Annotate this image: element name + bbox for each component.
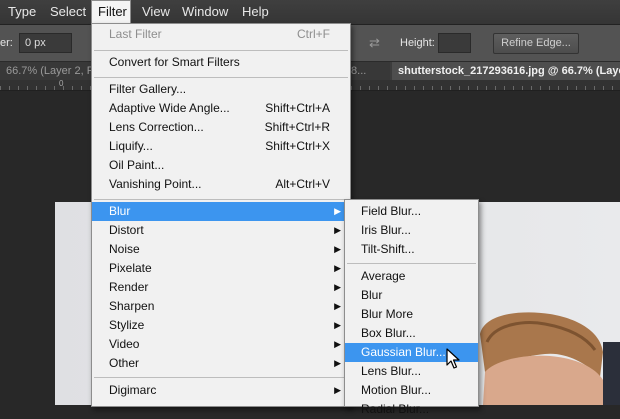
menu-item-motion-blur[interactable]: Motion Blur... xyxy=(345,381,478,400)
item-label: Distort xyxy=(109,223,144,237)
menu-item-box-blur[interactable]: Box Blur... xyxy=(345,324,478,343)
item-label: Stylize xyxy=(109,318,145,332)
submenu-arrow-icon: ▶ xyxy=(334,339,341,349)
submenu-arrow-icon: ▶ xyxy=(334,263,341,273)
menu-type[interactable]: Type xyxy=(3,0,41,24)
filter-menu: Last Filter Ctrl+F Convert for Smart Fil… xyxy=(91,23,351,407)
submenu-arrow-icon: ▶ xyxy=(334,282,341,292)
item-label: Oil Paint... xyxy=(109,158,165,172)
submenu-arrow-icon: ▶ xyxy=(334,320,341,330)
menu-item-tilt-shift[interactable]: Tilt-Shift... xyxy=(345,240,478,259)
blur-submenu: Field Blur... Iris Blur... Tilt-Shift...… xyxy=(344,199,479,416)
menu-item-average[interactable]: Average xyxy=(345,267,478,286)
menu-item-convert-smart[interactable]: Convert for Smart Filters xyxy=(92,53,350,72)
menu-item-pixelate[interactable]: Pixelate ▶ xyxy=(92,259,350,278)
menu-separator xyxy=(94,377,348,378)
menu-separator xyxy=(94,50,348,51)
last-filter-shortcut: Ctrl+F xyxy=(297,27,330,41)
menu-select[interactable]: Select xyxy=(45,0,91,24)
menu-item-radial-blur[interactable]: Radial Blur... xyxy=(345,400,478,419)
item-shortcut: Shift+Ctrl+X xyxy=(265,139,330,153)
submenu-arrow-icon: ▶ xyxy=(334,206,341,216)
menu-item-digimarc[interactable]: Digimarc ▶ xyxy=(92,381,350,400)
submenu-arrow-icon: ▶ xyxy=(334,385,341,395)
menu-item-blur[interactable]: Blur ▶ xyxy=(92,202,350,221)
item-label: Render xyxy=(109,280,149,294)
menu-item-oil-paint[interactable]: Oil Paint... xyxy=(92,156,350,175)
item-shortcut: Shift+Ctrl+R xyxy=(264,120,330,134)
mouse-pointer-icon xyxy=(446,348,460,369)
item-shortcut: Shift+Ctrl+A xyxy=(265,101,330,115)
menu-item-last-filter: Last Filter Ctrl+F xyxy=(92,25,350,44)
item-shortcut: Alt+Ctrl+V xyxy=(275,177,330,191)
swap-dimensions-icon[interactable]: ⇄ xyxy=(369,35,380,51)
menu-item-render[interactable]: Render ▶ xyxy=(92,278,350,297)
menu-filter[interactable]: Filter xyxy=(91,0,131,24)
menu-item-liquify[interactable]: Liquify... Shift+Ctrl+X xyxy=(92,137,350,156)
menu-bar: Type Select Filter View Window Help xyxy=(0,0,620,25)
item-label: Sharpen xyxy=(109,299,155,313)
submenu-arrow-icon: ▶ xyxy=(334,301,341,311)
submenu-arrow-icon: ▶ xyxy=(334,225,341,235)
menu-item-vanishing-point[interactable]: Vanishing Point... Alt+Ctrl+V xyxy=(92,175,350,194)
item-label: Filter Gallery... xyxy=(109,82,187,96)
menu-item-sharpen[interactable]: Sharpen ▶ xyxy=(92,297,350,316)
tab-shutterstock[interactable]: shutterstock_217293616.jpg @ 66.7% (Laye… xyxy=(392,62,620,80)
menu-item-iris-blur[interactable]: Iris Blur... xyxy=(345,221,478,240)
menu-item-lens-correction[interactable]: Lens Correction... Shift+Ctrl+R xyxy=(92,118,350,137)
height-input[interactable] xyxy=(438,33,471,53)
item-label: Vanishing Point... xyxy=(109,177,202,191)
menu-item-adaptive-wide-angle[interactable]: Adaptive Wide Angle... Shift+Ctrl+A xyxy=(92,99,350,118)
item-label: Adaptive Wide Angle... xyxy=(109,101,230,115)
item-label: Noise xyxy=(109,242,140,256)
menu-view[interactable]: View xyxy=(137,0,175,24)
menu-item-noise[interactable]: Noise ▶ xyxy=(92,240,350,259)
menu-item-blur-more[interactable]: Blur More xyxy=(345,305,478,324)
item-label: Video xyxy=(109,337,140,351)
tab-layer2[interactable]: 66.7% (Layer 2, RGB/8... xyxy=(0,62,92,80)
submenu-arrow-icon: ▶ xyxy=(334,244,341,254)
item-label: Pixelate xyxy=(109,261,152,275)
last-filter-label: Last Filter xyxy=(109,27,162,41)
item-label: Liquify... xyxy=(109,139,153,153)
menu-item-field-blur[interactable]: Field Blur... xyxy=(345,202,478,221)
menu-help[interactable]: Help xyxy=(237,0,274,24)
submenu-arrow-icon: ▶ xyxy=(334,358,341,368)
item-label: Digimarc xyxy=(109,383,157,397)
menu-item-distort[interactable]: Distort ▶ xyxy=(92,221,350,240)
menu-separator xyxy=(94,77,348,78)
menu-item-stylize[interactable]: Stylize ▶ xyxy=(92,316,350,335)
menu-item-filter-gallery[interactable]: Filter Gallery... xyxy=(92,80,350,99)
item-label: Other xyxy=(109,356,140,370)
item-label: Blur xyxy=(109,204,131,218)
menu-window[interactable]: Window xyxy=(177,0,233,24)
item-label: Lens Correction... xyxy=(109,120,204,134)
height-label: Height: xyxy=(400,37,435,49)
menu-item-blur-basic[interactable]: Blur xyxy=(345,286,478,305)
feather-label: er: xyxy=(0,37,13,49)
menu-item-video[interactable]: Video ▶ xyxy=(92,335,350,354)
ruler-label-zero: 0 xyxy=(59,79,64,88)
menu-item-other[interactable]: Other ▶ xyxy=(92,354,350,373)
refine-edge-button[interactable]: Refine Edge... xyxy=(493,33,579,54)
tab-layer2-tail[interactable]: /8... xyxy=(348,62,390,80)
feather-input[interactable]: 0 px xyxy=(19,33,72,53)
menu-separator xyxy=(94,199,348,200)
menu-separator xyxy=(347,263,476,264)
